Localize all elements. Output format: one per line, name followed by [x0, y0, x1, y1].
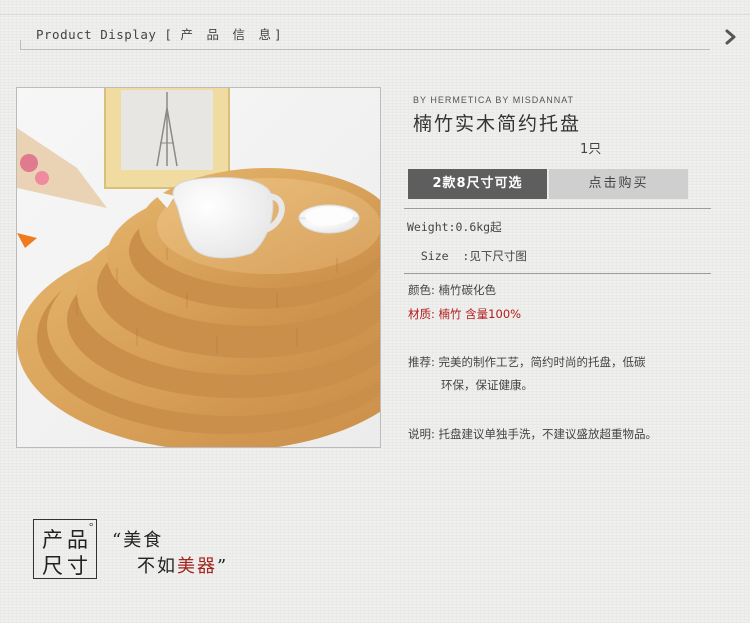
buy-button[interactable]: 点击购买	[549, 169, 688, 199]
product-quantity: 1只	[580, 142, 602, 157]
logo-char-3: 尺	[42, 554, 63, 578]
section-title-bracket-open: [	[164, 27, 173, 42]
color-label: 颜色:	[408, 283, 435, 297]
note-value: 托盘建议单独手洗，不建议盛放超重物品。	[438, 427, 658, 441]
recommend-line-1: 完美的制作工艺，简约时尚的托盘，低碳	[438, 355, 646, 369]
note-label: 说明:	[408, 427, 435, 441]
spec-weight: Weight:0.6kg起	[407, 219, 502, 235]
quote-line-1-text: 美食	[123, 530, 164, 551]
quote-highlight: 美器	[177, 556, 217, 577]
material-label: 材质:	[408, 307, 435, 321]
details-divider-1	[404, 208, 711, 209]
logo-mark: °	[89, 521, 94, 533]
section-title-bracket-close: ]	[274, 27, 283, 42]
color-row: 颜色: 楠竹碳化色	[408, 282, 496, 298]
recommend-row: 推荐: 完美的制作工艺，简约时尚的托盘，低碳	[408, 354, 646, 370]
chevron-right-icon[interactable]	[720, 26, 742, 48]
material-row: 材质: 楠竹 含量100%	[408, 306, 521, 322]
spec-size: Size :见下尺寸图	[407, 234, 527, 264]
quote-open: “	[112, 530, 124, 551]
quote-line-2: 不如美器”	[137, 552, 228, 578]
section-title-en: Product Display	[36, 27, 157, 42]
spec-weight-value: 0.6kg起	[455, 220, 502, 234]
spec-size-value: 见下尺寸图	[469, 249, 527, 263]
details-divider-2	[404, 273, 711, 274]
recommend-line-2: 环保，保证健康。	[441, 378, 533, 392]
spec-size-label: Size :	[420, 249, 470, 263]
quote-close: ”	[217, 556, 229, 577]
quote-line-1: “美食	[112, 526, 163, 552]
section-title-zh: 产 品 信 息	[180, 27, 275, 42]
header-divider	[20, 49, 710, 50]
product-name: 楠竹实木简约托盘	[413, 113, 582, 135]
section-title: Product Display [ 产 品 信 息]	[36, 24, 282, 43]
material-value: 楠竹 含量100%	[438, 307, 522, 321]
product-photo	[16, 87, 381, 448]
recommend-label: 推荐:	[408, 355, 435, 369]
brand-line: BY HERMETICA BY MISDANNAT	[413, 95, 575, 105]
quote-line-2-a: 不如	[137, 556, 177, 577]
size-section-logo: 产 品 ° 尺 寸	[33, 519, 97, 579]
logo-char-4: 寸	[67, 554, 88, 578]
options-button[interactable]: 2款8尺寸可选	[408, 169, 547, 199]
color-value: 楠竹碳化色	[438, 283, 497, 297]
spec-weight-label: Weight:	[407, 220, 456, 234]
top-divider	[0, 14, 750, 15]
note-row: 说明: 托盘建议单独手洗，不建议盛放超重物品。	[408, 426, 657, 442]
